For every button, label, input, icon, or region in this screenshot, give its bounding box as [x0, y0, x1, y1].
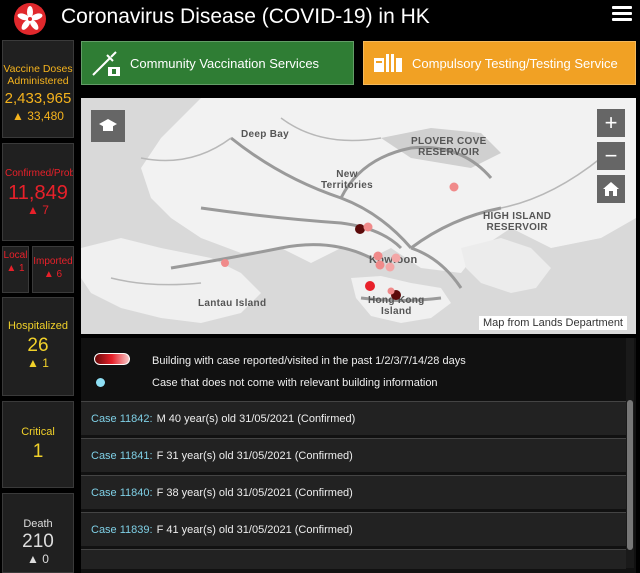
map-layers-button[interactable]: [91, 110, 125, 142]
vaccination-icon: [92, 51, 120, 76]
case-marker[interactable]: [365, 281, 375, 291]
table-row[interactable]: Case 11840: F 38 year(s) old 31/05/2021 …: [81, 475, 626, 509]
page-title: Coronavirus Disease (COVID-19) in HK: [61, 5, 430, 28]
imported-delta: ▲ 6: [43, 269, 63, 280]
legend-building-text: Building with case reported/visited in t…: [152, 355, 466, 367]
community-vaccination-label: Community Vaccination Services: [130, 55, 320, 71]
case-id: Case 11840:: [91, 486, 153, 499]
graduation-cap-icon: [99, 119, 117, 131]
scrollbar-thumb[interactable]: [627, 400, 633, 550]
table-row[interactable]: Case 11841: F 31 year(s) old 31/05/2021 …: [81, 438, 626, 472]
zoom-out-button[interactable]: −: [597, 142, 625, 170]
hospitalized-label: Hospitalized: [8, 320, 68, 332]
table-row[interactable]: Case 11839: F 41 year(s) old 31/05/2021 …: [81, 512, 626, 546]
case-marker[interactable]: [385, 262, 395, 272]
legend-gradient-swatch: [94, 353, 130, 365]
case-details: F 41 year(s) old 31/05/2021 (Confirmed): [156, 523, 353, 536]
home-icon: [603, 182, 619, 196]
case-marker[interactable]: [375, 260, 385, 270]
confirmed-value: 11,849: [8, 182, 68, 204]
case-id: Case 11842:: [91, 412, 153, 425]
case-list-scrollbar[interactable]: [626, 338, 634, 568]
app-header: Coronavirus Disease (COVID-19) in HK: [0, 0, 640, 36]
death-label: Death: [23, 518, 53, 530]
case-marker[interactable]: [391, 253, 401, 263]
map-attribution: Map from Lands Department: [478, 316, 627, 330]
local-cases-stat[interactable]: Local ▲ 1: [2, 246, 29, 293]
hospitalized-value: 26: [27, 335, 49, 356]
critical-stat[interactable]: Critical 1: [2, 401, 74, 488]
case-details: F 31 year(s) old 31/05/2021 (Confirmed): [156, 449, 353, 462]
case-marker[interactable]: [373, 251, 383, 261]
case-id: Case 11841:: [91, 449, 153, 462]
compulsory-testing-label: Compulsory Testing/Testing Service: [412, 55, 618, 71]
vaccine-doses-stat[interactable]: Vaccine Doses Administered 2,433,965 ▲ 3…: [2, 40, 74, 138]
community-vaccination-button[interactable]: Community Vaccination Services: [81, 41, 354, 85]
table-row[interactable]: [81, 549, 626, 569]
zoom-in-button[interactable]: +: [597, 109, 625, 137]
imported-cases-stat[interactable]: Imported ▲ 6: [32, 246, 74, 293]
local-label: Local: [3, 250, 28, 261]
critical-label: Critical: [21, 426, 55, 438]
vaccine-doses-delta: ▲ 33,480: [12, 109, 64, 123]
test-kit-icon: [374, 54, 402, 72]
case-marker[interactable]: [355, 224, 365, 234]
case-marker[interactable]: [387, 287, 395, 295]
case-map[interactable]: Deep Bay PLOVER COVE RESERVOIR New Territo…: [81, 98, 636, 334]
legend-no-building-text: Case that does not come with relevant bu…: [152, 377, 438, 389]
local-delta: ▲ 1: [6, 263, 25, 274]
compulsory-testing-button[interactable]: Compulsory Testing/Testing Service: [363, 41, 636, 85]
confirmed-cases-stat[interactable]: Confirmed/Probable 11,849 ▲ 7: [2, 143, 74, 241]
case-marker[interactable]: [363, 222, 373, 232]
vaccine-doses-label: Vaccine Doses Administered: [3, 63, 73, 87]
imported-label: Imported: [33, 256, 73, 267]
case-details: F 38 year(s) old 31/05/2021 (Confirmed): [156, 486, 353, 499]
hamburger-menu-icon[interactable]: [612, 6, 632, 22]
hospitalized-delta: ▲ 1: [27, 356, 49, 370]
home-extent-button[interactable]: [597, 175, 625, 203]
critical-value: 1: [32, 441, 44, 462]
table-row[interactable]: Case 11842: M 40 year(s) old 31/05/2021 …: [81, 401, 626, 435]
case-marker[interactable]: [449, 182, 459, 192]
hksar-emblem-icon: [14, 3, 46, 35]
case-id: Case 11839:: [91, 523, 153, 536]
case-details: M 40 year(s) old 31/05/2021 (Confirmed): [156, 412, 356, 425]
death-value: 210: [22, 531, 54, 552]
hospitalized-stat[interactable]: Hospitalized 26 ▲ 1: [2, 297, 74, 396]
confirmed-delta: ▲ 7: [27, 203, 49, 217]
legend-dot-swatch: [96, 378, 105, 387]
confirmed-label: Confirmed/Probable: [5, 168, 73, 179]
case-marker[interactable]: [221, 259, 229, 267]
vaccine-doses-value: 2,433,965: [4, 90, 72, 107]
death-delta: ▲ 0: [27, 552, 49, 566]
death-stat[interactable]: Death 210 ▲ 0: [2, 493, 74, 573]
